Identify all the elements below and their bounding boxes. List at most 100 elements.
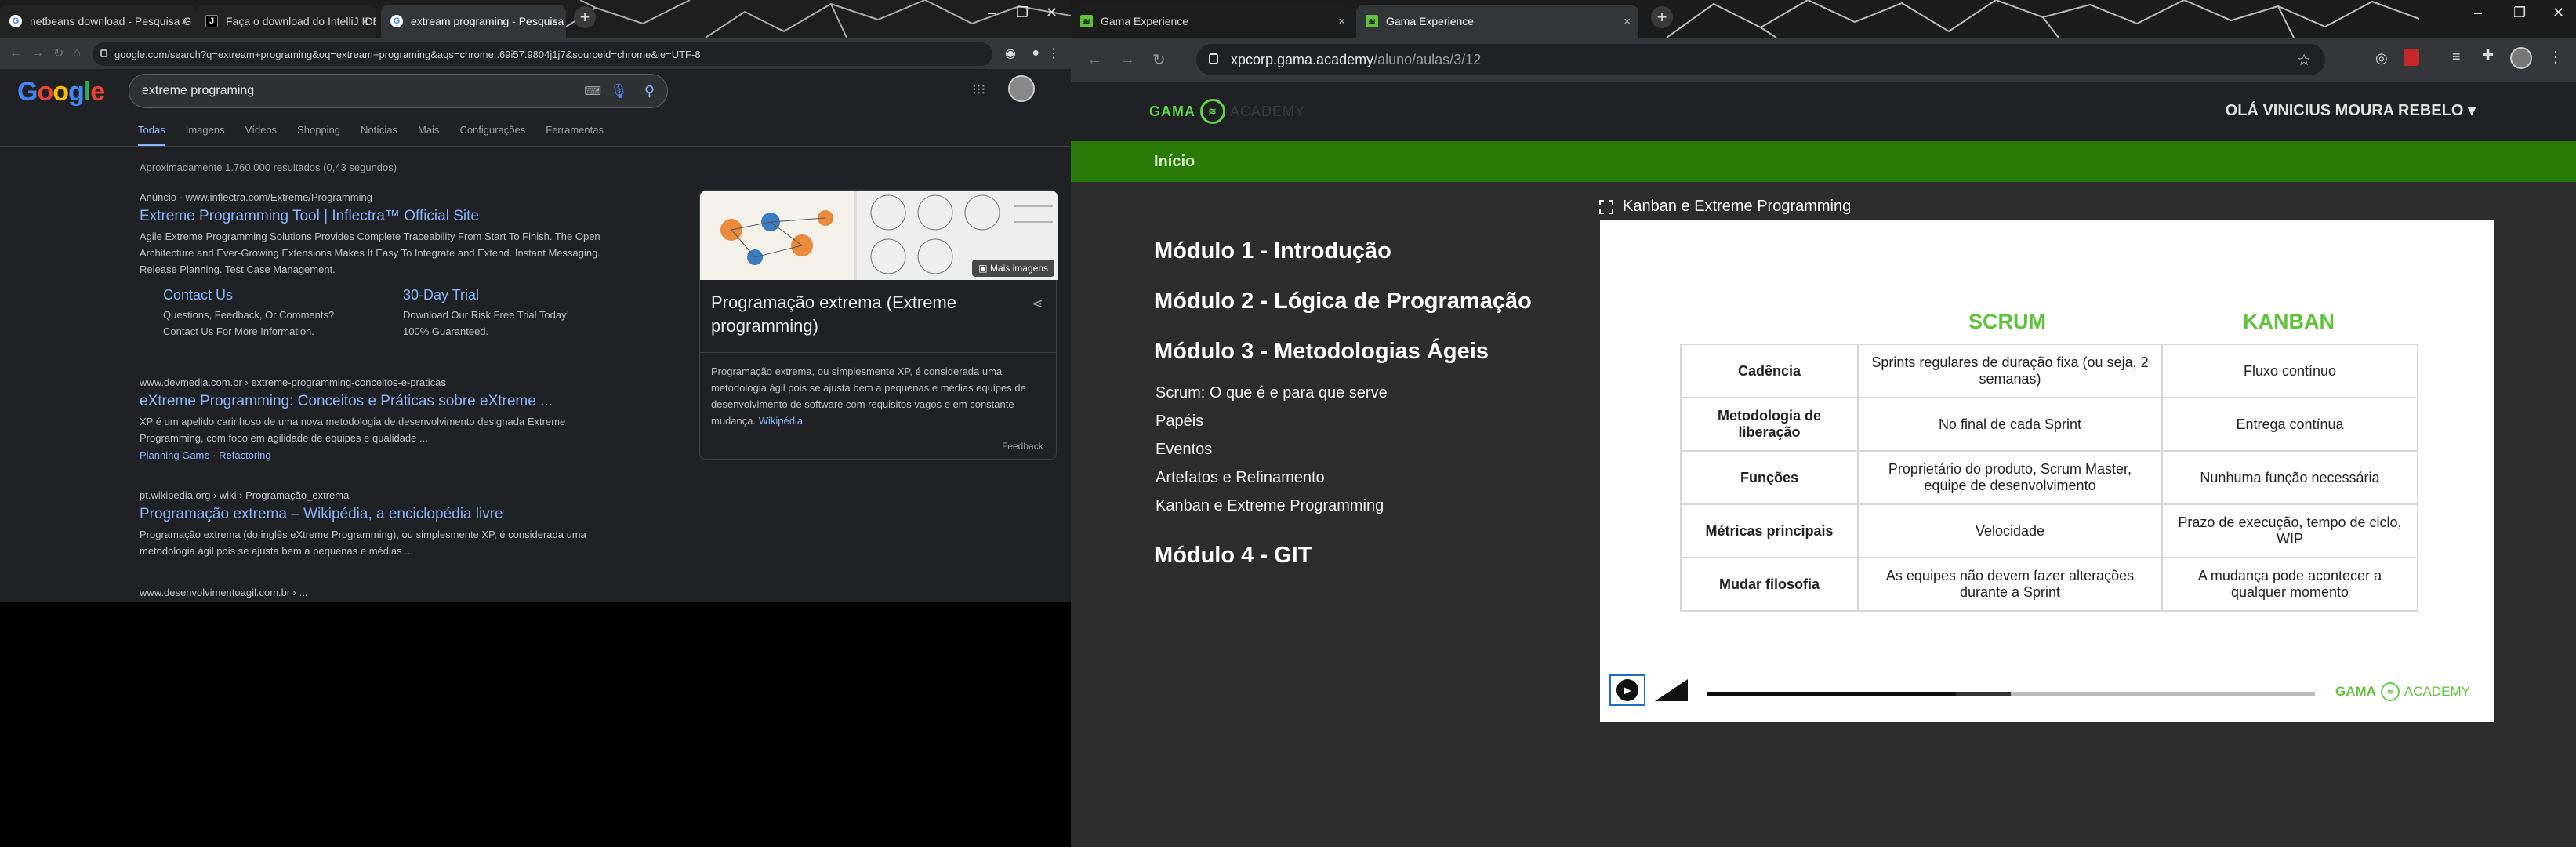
logo-suffix: ACADEMY: [1230, 103, 1306, 119]
user-menu[interactable]: OLÁ VINICIUS MOURA REBELO ▾: [2226, 100, 2476, 120]
volume-icon[interactable]: [1655, 679, 1688, 701]
feedback-link[interactable]: Feedback: [1002, 441, 1043, 452]
result-title-link[interactable]: Programação extrema – Wikipédia, a encic…: [140, 506, 618, 523]
extension-icon[interactable]: ◉: [1005, 45, 1016, 61]
knowledge-panel-images[interactable]: ▣ Mais imagens: [700, 191, 1058, 280]
minimize-icon[interactable]: –: [2474, 5, 2482, 21]
tab-settings[interactable]: Configurações: [459, 124, 525, 146]
tab-extreme-programming-search[interactable]: G extream programing - Pesquisa G ×: [381, 5, 566, 38]
close-tab-icon[interactable]: ×: [551, 15, 558, 28]
more-images-button[interactable]: ▣ Mais imagens: [972, 260, 1054, 277]
gama-icon: ≋: [1366, 15, 1378, 27]
tab-shopping[interactable]: Shopping: [297, 124, 340, 146]
lesson-eventos[interactable]: Eventos: [1156, 441, 1212, 459]
module-3[interactable]: Módulo 3 - Metodologias Ágeis: [1154, 339, 1489, 365]
new-tab-button[interactable]: +: [1651, 6, 1673, 28]
result-sublinks[interactable]: Planning Game · Refactoring: [140, 449, 618, 461]
forward-icon[interactable]: →: [1119, 51, 1135, 69]
tab-images[interactable]: Imagens: [186, 124, 225, 146]
lesson-artefatos[interactable]: Artefatos e Refinamento: [1156, 469, 1325, 487]
search-input[interactable]: extreme programing ⌨ 🎙 ⚲: [129, 74, 668, 108]
url-text: google.com/search?q=extream+programing&o…: [114, 48, 701, 60]
play-button[interactable]: ▶: [1609, 674, 1645, 706]
logo-text: GAMA: [2335, 684, 2376, 699]
tab-gama-experience[interactable]: ≋ Gama Experience ×: [1071, 5, 1353, 38]
close-window-icon[interactable]: ✕: [2552, 5, 2564, 21]
menu-icon[interactable]: ⋮: [1047, 45, 1060, 61]
playlist-icon[interactable]: ≡: [2452, 49, 2461, 65]
google-logo[interactable]: Google: [17, 77, 105, 107]
share-icon[interactable]: ⋖: [1032, 296, 1043, 312]
tab-netbeans-search[interactable]: G netbeans download - Pesquisa G ×: [0, 5, 196, 38]
result-title-link[interactable]: eXtreme Programming: Conceitos e Prática…: [140, 393, 618, 410]
profile-icon[interactable]: ●: [1032, 46, 1039, 60]
menu-icon[interactable]: ⋮: [2548, 47, 2563, 67]
lesson-papeis[interactable]: Papéis: [1156, 413, 1203, 431]
google-icon: G: [9, 15, 22, 27]
row-label: Mudar filosofia: [1680, 557, 1859, 612]
close-tab-icon[interactable]: ×: [181, 15, 188, 28]
maximize-icon[interactable]: ❐: [1016, 5, 1029, 21]
avatar[interactable]: [2510, 47, 2532, 69]
tab-videos[interactable]: Vídeos: [245, 124, 277, 146]
reload-icon[interactable]: ↻: [1152, 50, 1166, 70]
address-bar[interactable]: xpcorp.gama.academy/aluno/aulas/3/12 ☆: [1196, 44, 2325, 75]
course-page: Módulo 1 - Introdução Módulo 2 - Lógica …: [1071, 182, 2576, 847]
close-tab-icon[interactable]: ×: [1338, 15, 1345, 28]
tab-tools[interactable]: Ferramentas: [546, 124, 604, 146]
pocket-icon[interactable]: [2404, 49, 2419, 66]
video-player[interactable]: SCRUM KANBAN Cadência Sprints regulares …: [1600, 220, 2494, 722]
close-tab-icon[interactable]: ×: [1624, 15, 1631, 28]
minimize-icon[interactable]: –: [988, 5, 996, 21]
sitelink-contact-us[interactable]: Contact Us: [163, 287, 390, 304]
left-toolbar: ← → ↻ ⌂ google.com/search?q=extream+prog…: [0, 38, 1071, 69]
module-2[interactable]: Módulo 2 - Lógica de Programação: [1154, 289, 1532, 314]
apps-grid-icon[interactable]: ⁝⁝⁝: [972, 82, 985, 98]
home-icon[interactable]: ⌂: [73, 46, 81, 60]
gama-academy-logo[interactable]: GAMA ≋ ACADEMY: [1149, 99, 1305, 124]
bookmark-star-icon[interactable]: ☆: [2297, 50, 2311, 70]
module-4[interactable]: Módulo 4 - GIT: [1154, 543, 1312, 569]
puzzle-icon[interactable]: ✚: [2482, 47, 2494, 64]
maximize-icon[interactable]: ❐: [2513, 5, 2526, 21]
fullscreen-icon[interactable]: [1599, 199, 1613, 214]
video-title-bar: Kanban e Extreme Programming: [1599, 198, 1851, 216]
reload-icon[interactable]: ↻: [53, 45, 63, 61]
keyboard-icon[interactable]: ⌨: [584, 84, 601, 98]
scrum-cell: Sprints regulares de duração fixa (ou se…: [1857, 344, 2163, 398]
kanban-cell: Prazo de execução, tempo de ciclo, WIP: [2161, 503, 2418, 558]
tab-more[interactable]: Mais: [418, 124, 439, 146]
search-icon[interactable]: ⚲: [644, 83, 655, 100]
module-1[interactable]: Módulo 1 - Introdução: [1154, 238, 1391, 264]
forward-icon[interactable]: →: [31, 46, 44, 60]
wikipedia-link[interactable]: Wikipédia: [759, 415, 803, 427]
lesson-kanban-xp[interactable]: Kanban e Extreme Programming: [1156, 497, 1384, 515]
nav-home-link[interactable]: Início: [1154, 153, 1195, 171]
tab-gama-experience-active[interactable]: ≋ Gama Experience ×: [1356, 5, 1638, 38]
new-tab-button[interactable]: +: [574, 6, 596, 28]
extension-icon[interactable]: ◎: [2375, 50, 2388, 67]
close-window-icon[interactable]: ✕: [1046, 5, 1058, 21]
sitelink-30-day-trial[interactable]: 30-Day Trial: [403, 287, 615, 304]
microphone-icon[interactable]: 🎙: [610, 83, 628, 100]
close-tab-icon[interactable]: ×: [361, 15, 368, 28]
ad-title-link[interactable]: Extreme Programming Tool | Inflectra™ Of…: [140, 208, 618, 225]
tab-title: Gama Experience: [1386, 15, 1475, 27]
tab-all[interactable]: Todas: [138, 124, 165, 146]
scrum-cell: Proprietário do produto, Scrum Master, e…: [1857, 450, 2163, 505]
tab-intellij-download[interactable]: J Faça o download do IntelliJ IDEA ×: [196, 5, 376, 38]
image-icon: ▣: [978, 263, 988, 274]
back-icon[interactable]: ←: [1087, 51, 1102, 69]
lesson-scrum[interactable]: Scrum: O que é e para que serve: [1156, 384, 1388, 402]
tab-news[interactable]: Notícias: [361, 124, 397, 146]
right-tab-strip: ≋ Gama Experience × ≋ Gama Experience × …: [1071, 0, 2576, 38]
progress-bar[interactable]: [1707, 692, 2315, 696]
avatar[interactable]: [1008, 75, 1035, 102]
address-bar[interactable]: google.com/search?q=extream+programing&o…: [93, 42, 992, 66]
knowledge-panel-title: Programação extrema (Extreme programming…: [711, 293, 956, 336]
more-images-label: Mais imagens: [989, 263, 1048, 274]
breadcrumb-bar: Início: [1071, 141, 2576, 182]
back-icon[interactable]: ←: [9, 46, 22, 60]
row-label: Metodologia de liberação: [1680, 397, 1859, 452]
tab-title: Faça o download do IntelliJ IDEA: [226, 15, 376, 27]
